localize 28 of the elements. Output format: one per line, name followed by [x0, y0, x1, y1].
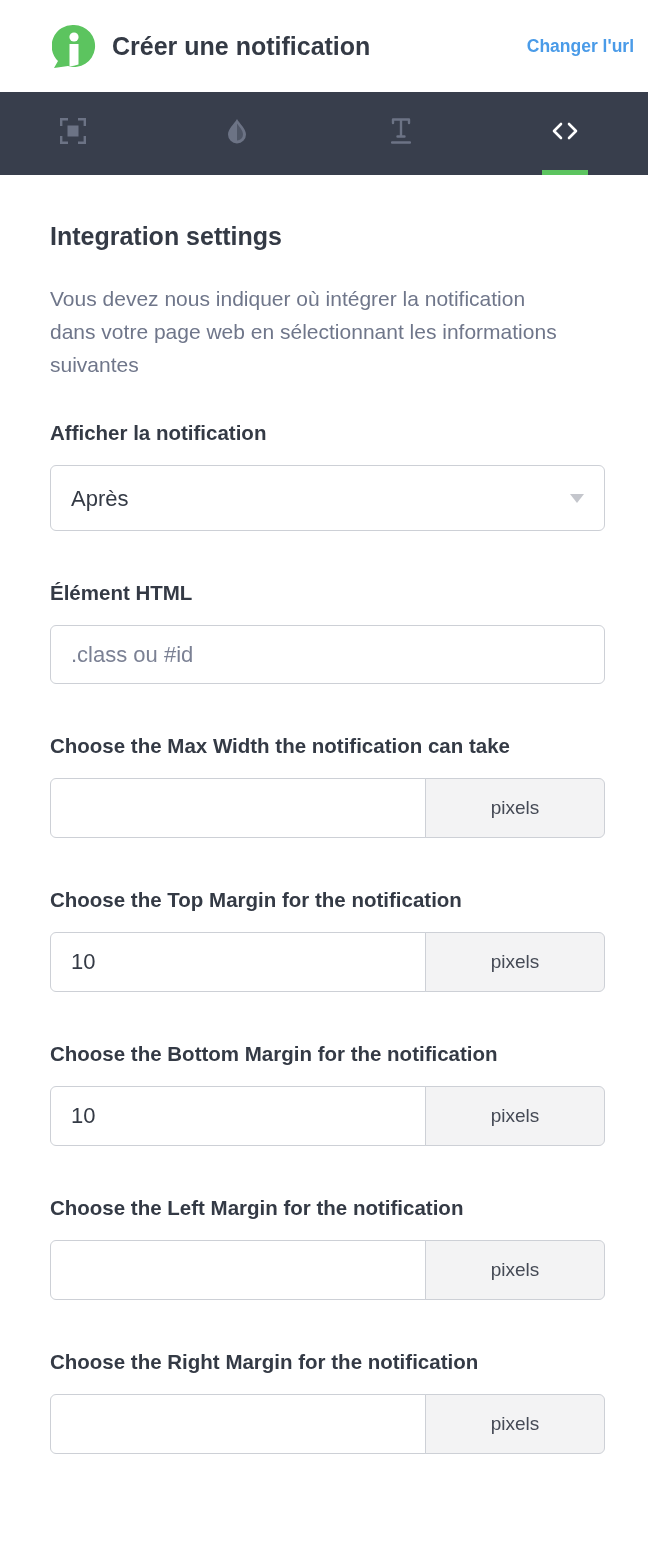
code-icon	[552, 122, 578, 140]
caret-down-icon	[570, 493, 584, 503]
number-field[interactable]: 10	[50, 932, 426, 992]
unit-addon: pixels	[425, 1240, 605, 1300]
unit-addon: pixels	[425, 778, 605, 838]
focus-frame-icon	[60, 118, 86, 144]
number-field[interactable]	[50, 1394, 426, 1454]
info-bubble-logo-icon	[52, 24, 96, 68]
number-field[interactable]: 10	[50, 1086, 426, 1146]
field-label: Choose the Right Margin for the notification	[50, 1350, 480, 1374]
unit-addon: pixels	[425, 932, 605, 992]
page-title: Créer une notification	[112, 31, 371, 61]
dropdown[interactable]: Après	[50, 465, 605, 531]
drop-icon	[227, 118, 247, 144]
text-field[interactable]: .class ou #id	[50, 625, 605, 684]
text-icon	[391, 118, 411, 144]
field-label: Choose the Top Margin for the notification	[50, 888, 463, 912]
field-label: Choose the Bottom Margin for the notification	[50, 1042, 499, 1066]
unit-addon: pixels	[425, 1394, 605, 1454]
section-description: Vous devez nous indiquer où intégrer la notification dans votre page web en sélectionnant les informations suivantes	[50, 286, 558, 378]
number-field[interactable]	[50, 1240, 426, 1300]
unit-addon: pixels	[425, 1086, 605, 1146]
section-title: Integration settings	[50, 221, 283, 251]
number-field[interactable]	[50, 778, 426, 838]
field-label: Élément HTML	[50, 581, 194, 605]
field-label: Afficher la notification	[50, 421, 268, 445]
field-label: Choose the Max Width the notification can take	[50, 734, 511, 758]
field-label: Choose the Left Margin for the notification	[50, 1196, 465, 1220]
